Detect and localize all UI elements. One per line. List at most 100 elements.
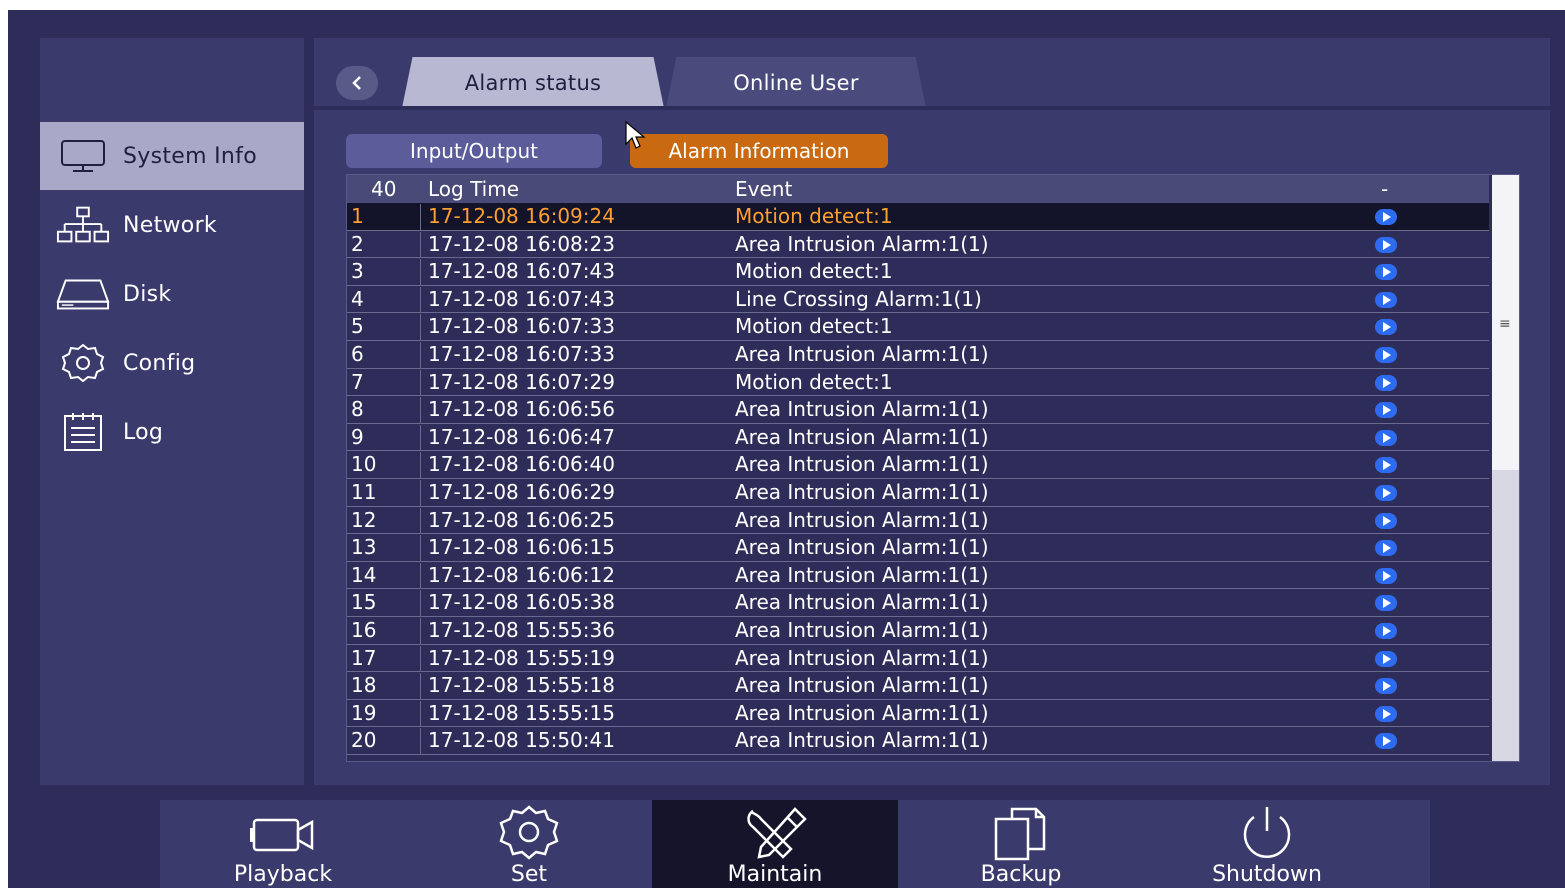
table-row[interactable]: 7 17-12-08 16:07:29 Motion detect:1 <box>347 369 1489 397</box>
play-icon[interactable] <box>1375 209 1397 225</box>
subtab-input-output[interactable]: Input/Output <box>346 134 602 168</box>
alarm-log-table: 40 Log Time Event - 1 17-12-08 16:09:24 Mo… <box>346 174 1520 762</box>
table-row[interactable]: 2 17-12-08 16:08:23 Area Intrusion Alarm:1… <box>347 231 1489 259</box>
table-row[interactable]: 13 17-12-08 16:06:15 Area Intrusion Alarm:… <box>347 534 1489 562</box>
gear-icon <box>489 804 569 864</box>
shutdown-button[interactable]: Shutdown <box>1144 800 1390 888</box>
maintain-button[interactable]: Maintain <box>652 800 898 888</box>
table-row[interactable]: 9 17-12-08 16:06:47 Area Intrusion Alarm:1… <box>347 424 1489 452</box>
tab-online-user[interactable]: Online User <box>666 57 926 108</box>
play-icon[interactable] <box>1375 457 1397 474</box>
table-row[interactable]: 14 17-12-08 16:06:12 Area Intrusion Alarm:… <box>347 562 1489 590</box>
table-row[interactable]: 10 17-12-08 16:06:40 Area Intrusion Alarm:… <box>347 451 1489 479</box>
play-icon[interactable] <box>1375 236 1397 253</box>
shutdown-label: Shutdown <box>1212 862 1322 887</box>
table-header: 40 Log Time Event - <box>347 175 1489 203</box>
dvr-window: System Info Network Disk Config Log Alar… <box>8 10 1565 888</box>
play-icon[interactable] <box>1375 567 1397 584</box>
play-icon[interactable] <box>1375 402 1397 419</box>
play-icon[interactable] <box>1375 540 1397 557</box>
back-button[interactable] <box>336 66 378 100</box>
table-row[interactable]: 12 17-12-08 16:06:25 Area Intrusion Alarm:… <box>347 507 1489 535</box>
row-index: 7 <box>351 369 421 396</box>
row-event: Area Intrusion Alarm:1(1) <box>735 617 989 642</box>
table-row[interactable]: 17 17-12-08 15:55:19 Area Intrusion Alarm:… <box>347 645 1489 673</box>
tab-alarm-status[interactable]: Alarm status <box>402 57 664 108</box>
play-icon[interactable] <box>1375 622 1397 639</box>
play-icon[interactable] <box>1375 291 1397 308</box>
table-row[interactable]: 8 17-12-08 16:06:56 Area Intrusion Alarm:1… <box>347 396 1489 424</box>
play-icon[interactable] <box>1375 650 1397 667</box>
set-button[interactable]: Set <box>406 800 652 888</box>
sidebar-item-log[interactable]: Log <box>40 398 304 466</box>
table-row[interactable]: 15 17-12-08 16:05:38 Area Intrusion Alarm:… <box>347 589 1489 617</box>
subtab-alarm-information[interactable]: Alarm Information <box>630 134 888 168</box>
sidebar-item-network[interactable]: Network <box>40 191 304 259</box>
chevron-left-icon <box>352 76 361 90</box>
table-row[interactable]: 11 17-12-08 16:06:29 Area Intrusion Alarm:… <box>347 479 1489 507</box>
sidebar-item-system-info[interactable]: System Info <box>40 122 304 190</box>
sidebar-item-label: System Info <box>123 143 257 169</box>
playback-button[interactable]: Playback <box>160 800 406 888</box>
camera-icon <box>243 804 323 864</box>
play-icon[interactable] <box>1375 374 1397 391</box>
row-event: Area Intrusion Alarm:1(1) <box>735 397 989 422</box>
row-index: 1 <box>351 204 421 230</box>
play-icon[interactable] <box>1375 264 1397 281</box>
row-event: Area Intrusion Alarm:1(1) <box>735 673 989 698</box>
row-event: Motion detect:1 <box>735 204 893 228</box>
play-icon[interactable] <box>1375 512 1397 529</box>
row-event: Area Intrusion Alarm:1(1) <box>735 700 989 725</box>
play-icon[interactable] <box>1375 733 1397 750</box>
row-log-time: 17-12-08 16:06:25 <box>428 507 615 532</box>
table-row[interactable]: 4 17-12-08 16:07:43 Line Crossing Alarm:1(… <box>347 286 1489 314</box>
main-panel: Alarm status Online User Input/Output Al… <box>314 38 1550 785</box>
backup-label: Backup <box>980 862 1062 887</box>
playback-label: Playback <box>233 862 333 887</box>
row-log-time: 17-12-08 15:50:41 <box>428 728 615 753</box>
row-log-time: 17-12-08 16:05:38 <box>428 590 615 615</box>
table-row[interactable]: 18 17-12-08 15:55:18 Area Intrusion Alarm:… <box>347 672 1489 700</box>
mouse-cursor-icon <box>625 120 646 149</box>
row-log-time: 17-12-08 16:07:43 <box>428 286 615 311</box>
row-event: Motion detect:1 <box>735 259 893 284</box>
play-icon[interactable] <box>1375 595 1397 612</box>
play-icon[interactable] <box>1375 705 1397 722</box>
table-row[interactable]: 6 17-12-08 16:07:33 Area Intrusion Alarm:1… <box>347 341 1489 369</box>
row-log-time: 17-12-08 15:55:36 <box>428 617 615 642</box>
row-index: 17 <box>351 645 421 672</box>
table-row[interactable]: 19 17-12-08 15:55:15 Area Intrusion Alarm:… <box>347 700 1489 728</box>
row-event: Motion detect:1 <box>735 369 893 394</box>
play-icon[interactable] <box>1375 346 1397 363</box>
table-row[interactable]: 1 17-12-08 16:09:24 Motion detect:1 <box>347 203 1489 231</box>
row-log-time: 17-12-08 15:55:19 <box>428 645 615 670</box>
sidebar-item-disk[interactable]: Disk <box>40 260 304 328</box>
row-log-time: 17-12-08 16:06:47 <box>428 424 615 449</box>
row-index: 11 <box>351 479 421 506</box>
maintain-label: Maintain <box>727 862 823 887</box>
table-row[interactable]: 16 17-12-08 15:55:36 Area Intrusion Alarm:… <box>347 617 1489 645</box>
scrollbar[interactable]: ≡ <box>1492 175 1519 761</box>
column-header-log-time[interactable]: Log Time <box>428 177 519 201</box>
column-header-event[interactable]: Event <box>735 177 792 201</box>
row-index: 9 <box>351 424 421 451</box>
row-event: Motion detect:1 <box>735 314 893 339</box>
play-icon[interactable] <box>1375 484 1397 501</box>
row-log-time: 17-12-08 15:55:18 <box>428 673 615 698</box>
table-row[interactable]: 20 17-12-08 15:50:41 Area Intrusion Alarm:… <box>347 727 1489 755</box>
log-icon <box>56 410 110 454</box>
play-icon[interactable] <box>1375 678 1397 695</box>
table-row[interactable]: 5 17-12-08 16:07:33 Motion detect:1 <box>347 313 1489 341</box>
play-icon[interactable] <box>1375 319 1397 336</box>
play-icon[interactable] <box>1375 429 1397 446</box>
row-log-time: 17-12-08 15:55:15 <box>428 700 615 725</box>
scroll-grip-icon: ≡ <box>1499 316 1511 332</box>
row-index: 2 <box>351 231 421 258</box>
row-index: 4 <box>351 286 421 313</box>
row-index: 8 <box>351 397 421 424</box>
sidebar-item-config[interactable]: Config <box>40 329 304 397</box>
table-row[interactable]: 3 17-12-08 16:07:43 Motion detect:1 <box>347 258 1489 286</box>
row-event: Area Intrusion Alarm:1(1) <box>735 341 989 366</box>
row-index: 16 <box>351 617 421 644</box>
backup-button[interactable]: Backup <box>898 800 1144 888</box>
